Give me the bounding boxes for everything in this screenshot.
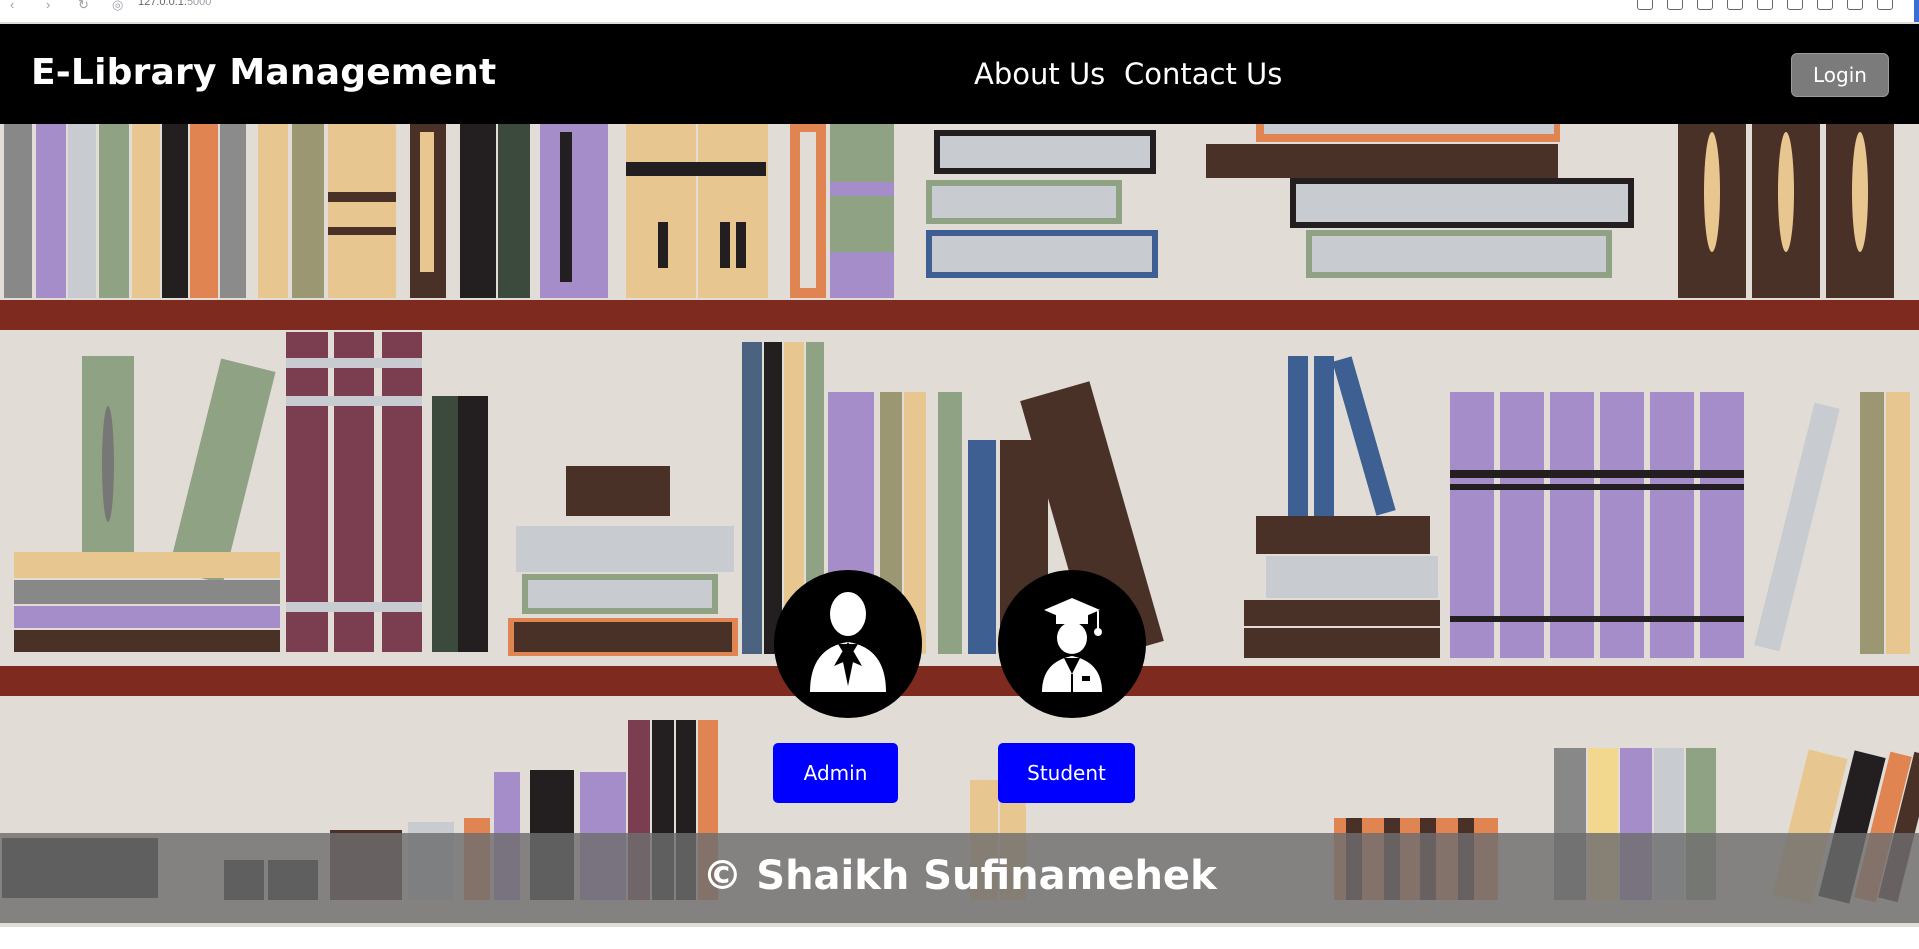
- location-icon[interactable]: [1727, 0, 1743, 10]
- edit-icon[interactable]: [1667, 0, 1683, 10]
- menu-icon[interactable]: [1847, 0, 1863, 10]
- reload-icon[interactable]: ↻: [78, 0, 89, 13]
- url-host: 127.0.0.1:: [138, 0, 187, 8]
- middle-shelf-board: [0, 666, 1919, 696]
- admin-button[interactable]: Admin: [773, 743, 898, 803]
- footer-bar: © Shaikh Sufinamehek: [0, 833, 1919, 923]
- browser-extension-icons: [1637, 0, 1893, 10]
- nav-link-about-us[interactable]: About Us: [974, 57, 1105, 91]
- student-avatar[interactable]: [998, 570, 1146, 718]
- address-bar[interactable]: 127.0.0.1:5000: [138, 0, 211, 8]
- send-icon[interactable]: [1757, 0, 1773, 10]
- student-button[interactable]: Student: [998, 743, 1135, 803]
- graduate-icon: [1042, 598, 1102, 692]
- admin-icon: [810, 592, 886, 692]
- site-info-icon[interactable]: ◎: [112, 0, 123, 13]
- forward-icon[interactable]: ›: [46, 0, 50, 12]
- brand-title[interactable]: E-Library Management: [31, 52, 496, 93]
- screenshot-icon[interactable]: [1697, 0, 1713, 10]
- browser-toolbar: ‹ › ↻ ◎ 127.0.0.1:5000: [0, 0, 1919, 23]
- top-navbar: E-Library Management About Us Contact Us…: [0, 24, 1919, 124]
- admin-avatar[interactable]: [774, 570, 922, 718]
- login-button[interactable]: Login: [1791, 53, 1889, 97]
- nav-link-contact-us[interactable]: Contact Us: [1124, 57, 1282, 91]
- bookshelf-background: [0, 22, 1919, 927]
- favorite-icon[interactable]: [1787, 0, 1803, 10]
- profile-icon[interactable]: [1877, 0, 1893, 10]
- url-port: 5000: [186, 0, 212, 8]
- search-icon[interactable]: [1637, 0, 1653, 10]
- footer-copyright: © Shaikh Sufinamehek: [702, 853, 1217, 899]
- top-shelf-board: [0, 300, 1919, 330]
- bookshelf-illustration: [0, 22, 1919, 927]
- scrollbar-indicator[interactable]: [1914, 0, 1919, 22]
- back-icon[interactable]: ‹: [10, 0, 14, 12]
- download-icon[interactable]: [1817, 0, 1833, 10]
